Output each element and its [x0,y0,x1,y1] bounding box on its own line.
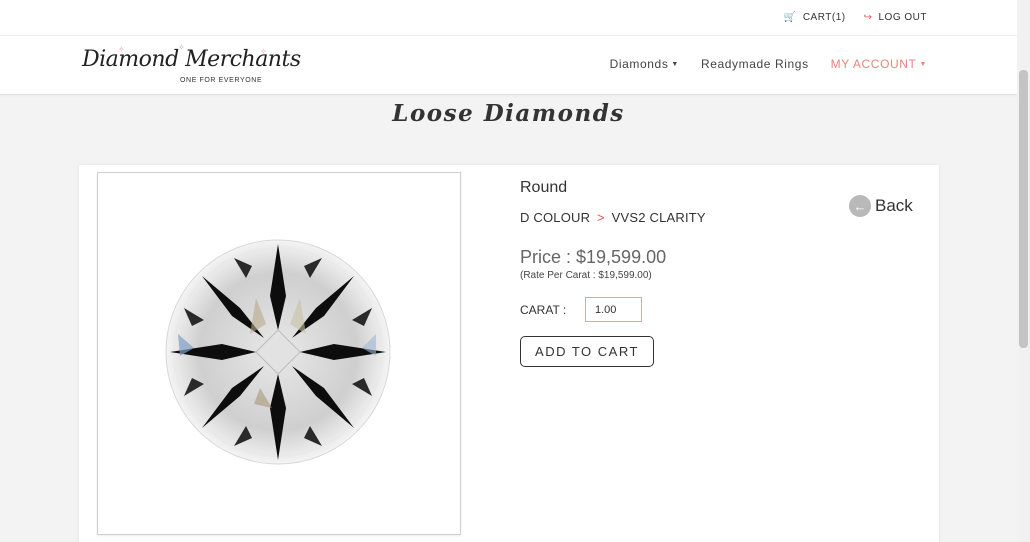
carat-label: CARAT : [520,302,567,317]
clarity-grade: VVS2 CLARITY [611,210,706,225]
utility-links: 🛒 CART(1) ↪ LOG OUT [784,12,927,23]
carat-row: CARAT : [520,297,706,322]
nav-item-my-account[interactable]: MY ACCOUNT ▼ [831,57,927,71]
product-specs: D COLOUR > VVS2 CLARITY [520,210,706,225]
product-price: Price : $19,599.00 [520,247,667,267]
brand-logo[interactable]: ✧ ✧ ✧ Diamond Merchants ONE FOR EVERYONE [82,43,301,87]
nav-item-diamonds[interactable]: Diamonds ▼ [610,57,679,71]
logout-link[interactable]: ↪ LOG OUT [864,12,927,23]
carat-input[interactable] [585,297,642,322]
nav-item-readymade-rings[interactable]: Readymade Rings [701,57,809,71]
add-to-cart-button[interactable]: ADD TO CART [520,336,654,367]
caret-down-icon: ▼ [919,60,927,68]
top-utility-bar: 🛒 CART(1) ↪ LOG OUT [0,0,1017,36]
nav-item-label: Readymade Rings [700,57,809,71]
product-image-frame [97,172,461,535]
product-card: Round D COLOUR > VVS2 CLARITY Price : $1… [79,165,939,542]
brand-name: Diamond Merchants [82,47,301,72]
scrollbar-thumb[interactable] [1019,70,1028,348]
colour-grade: D COLOUR [520,210,591,225]
page-title: Loose Diamonds [392,100,625,127]
logout-label: LOG OUT [878,12,927,23]
product-details: Round D COLOUR > VVS2 CLARITY Price : $1… [520,179,706,367]
cart-label: CART(1) [802,12,846,23]
cart-link[interactable]: 🛒 CART(1) [784,12,846,23]
main-navbar: ✧ ✧ ✧ Diamond Merchants ONE FOR EVERYONE… [0,36,1017,95]
back-label: Back [875,196,913,215]
scrollbar[interactable] [1017,0,1030,542]
nav-item-label: MY ACCOUNT [830,57,917,71]
caret-down-icon: ▼ [671,60,679,68]
brand-tagline: ONE FOR EVERYONE [180,77,263,84]
arrow-left-icon: ← [849,195,871,217]
diamond-image [165,239,391,465]
nav-item-label: Diamonds [609,57,669,71]
cart-icon: 🛒 [783,12,797,23]
nav-menu: Diamonds ▼ Readymade Rings MY ACCOUNT ▼ [610,57,927,71]
logout-icon: ↪ [863,12,873,23]
rate-per-carat: (Rate Per Carat : $19,599.00) [520,270,652,281]
back-button[interactable]: ← Back [849,195,913,217]
product-shape: Round [520,179,568,196]
spec-separator: > [597,210,605,225]
